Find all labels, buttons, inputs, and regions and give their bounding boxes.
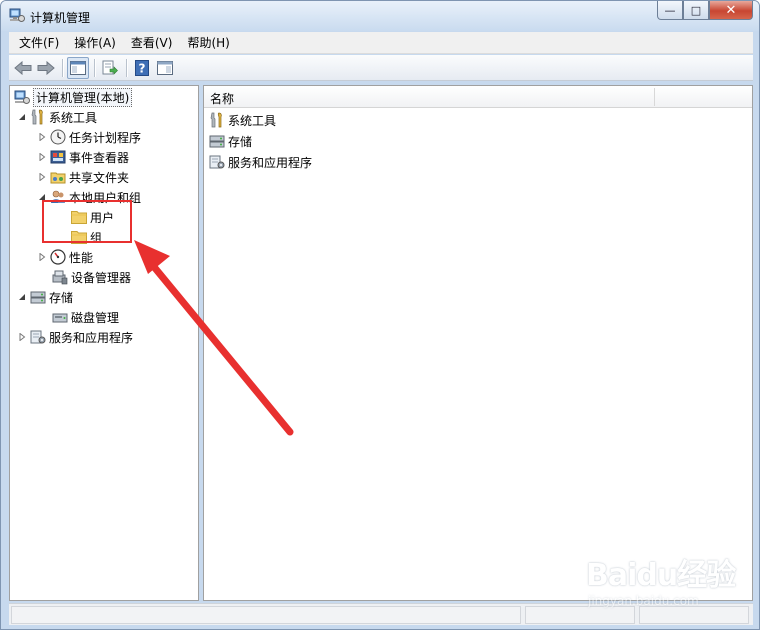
menu-view[interactable]: 查看(V) (126, 33, 178, 53)
list-item-label: 服务和应用程序 (228, 155, 313, 170)
tree-item-label: 共享文件夹 (69, 170, 130, 185)
tools-icon (208, 112, 225, 129)
svg-text:?: ? (139, 61, 146, 75)
minimize-button[interactable]: — (657, 1, 683, 20)
menu-help[interactable]: 帮助(H) (182, 33, 234, 53)
baidu-watermark: Baidu经验 jingyan.baidu.com (584, 548, 754, 618)
computer-management-icon (9, 7, 25, 23)
watermark-logo: Baidu经验 (586, 558, 736, 593)
expand-arrow-icon[interactable] (37, 132, 47, 142)
toolbar-separator (94, 58, 95, 77)
watermark-url: jingyan.baidu.com (588, 594, 699, 608)
window-title: 计算机管理 (30, 11, 91, 25)
forward-button[interactable] (35, 57, 57, 79)
column-divider[interactable] (654, 88, 655, 106)
list-item-label: 存储 (228, 134, 253, 149)
device-manager-icon (51, 269, 68, 286)
action-pane-button[interactable] (154, 57, 176, 79)
tree-item-label: 系统工具 (49, 110, 98, 125)
export-list-button[interactable] (99, 57, 121, 79)
expand-arrow-icon[interactable] (17, 332, 27, 342)
storage-icon (29, 289, 46, 306)
column-header-name[interactable]: 名称 (210, 90, 234, 107)
action-pane-icon (157, 60, 173, 75)
list-header: 名称 (204, 86, 752, 108)
show-hide-tree-icon (70, 60, 86, 75)
console-tree[interactable]: 计算机管理(本地) 系统工具 任务计划程序 事件查看器 共享文件夹 本地用户和组… (9, 85, 199, 601)
back-arrow-icon (14, 60, 32, 75)
expand-arrow-icon[interactable] (37, 252, 47, 262)
title-bar[interactable]: 计算机管理 — □ ✕ (1, 1, 759, 31)
help-button[interactable]: ? (131, 57, 153, 79)
toolbar-separator (62, 58, 63, 77)
maximize-icon: □ (690, 3, 702, 17)
tree-item-device-manager[interactable]: 设备管理器 (51, 267, 131, 287)
tree-item-root[interactable]: 计算机管理(本地) (13, 87, 133, 107)
menu-bar: 文件(F) 操作(A) 查看(V) 帮助(H) (9, 32, 753, 54)
annotation-highlight-box (42, 200, 132, 243)
tree-item-performance[interactable]: 性能 (37, 247, 93, 267)
maximize-button[interactable]: □ (683, 1, 709, 20)
list-item[interactable]: 存储 (208, 131, 252, 151)
back-button[interactable] (12, 57, 34, 79)
show-hide-tree-button[interactable] (67, 56, 89, 79)
forward-arrow-icon (37, 60, 55, 75)
clock-icon (49, 129, 66, 146)
tree-item-label: 事件查看器 (69, 150, 130, 165)
tree-item-label: 设备管理器 (71, 270, 132, 285)
tree-item-services-apps[interactable]: 服务和应用程序 (17, 327, 133, 347)
list-item[interactable]: 服务和应用程序 (208, 152, 312, 172)
event-viewer-icon (49, 149, 66, 166)
tree-item-disk-management[interactable]: 磁盘管理 (51, 307, 119, 327)
disk-management-icon (51, 309, 68, 326)
tree-item-label: 存储 (49, 290, 74, 305)
results-pane[interactable]: 名称 系统工具 存储 服务和应用程序 (203, 85, 753, 601)
computer-management-icon (13, 89, 30, 106)
status-cell (11, 606, 521, 624)
help-icon: ? (135, 59, 149, 76)
close-button[interactable]: ✕ (709, 1, 753, 20)
tree-item-system-tools[interactable]: 系统工具 (17, 107, 97, 127)
tree-item-label: 任务计划程序 (69, 130, 142, 145)
export-list-icon (102, 60, 118, 75)
menu-file[interactable]: 文件(F) (14, 33, 64, 53)
computer-management-window: 计算机管理 — □ ✕ 文件(F) 操作(A) 查看(V) 帮助(H) ? 计算… (0, 0, 760, 630)
toolbar-separator (126, 58, 127, 77)
services-icon (208, 154, 225, 171)
shared-folder-icon (49, 169, 66, 186)
storage-icon (208, 133, 225, 150)
minimize-icon: — (664, 3, 676, 17)
expand-arrow-icon[interactable] (37, 152, 47, 162)
tree-item-label: 性能 (69, 250, 94, 265)
list-item[interactable]: 系统工具 (208, 110, 276, 130)
close-icon: ✕ (725, 2, 737, 18)
tools-icon (29, 109, 46, 126)
tree-item-task-scheduler[interactable]: 任务计划程序 (37, 127, 141, 147)
list-item-label: 系统工具 (228, 113, 277, 128)
collapse-arrow-icon[interactable] (17, 292, 27, 302)
expand-arrow-icon[interactable] (37, 172, 47, 182)
tree-item-event-viewer[interactable]: 事件查看器 (37, 147, 129, 167)
tree-item-label: 磁盘管理 (71, 310, 120, 325)
services-icon (29, 329, 46, 346)
toolbar: ? (9, 55, 753, 81)
collapse-arrow-icon[interactable] (17, 112, 27, 122)
window-controls: — □ ✕ (657, 1, 753, 21)
menu-action[interactable]: 操作(A) (69, 33, 121, 53)
performance-icon (49, 249, 66, 266)
tree-item-label: 计算机管理(本地) (33, 87, 133, 107)
tree-item-shared-folders[interactable]: 共享文件夹 (37, 167, 129, 187)
tree-item-label: 服务和应用程序 (49, 330, 134, 345)
tree-item-storage[interactable]: 存储 (17, 287, 73, 307)
